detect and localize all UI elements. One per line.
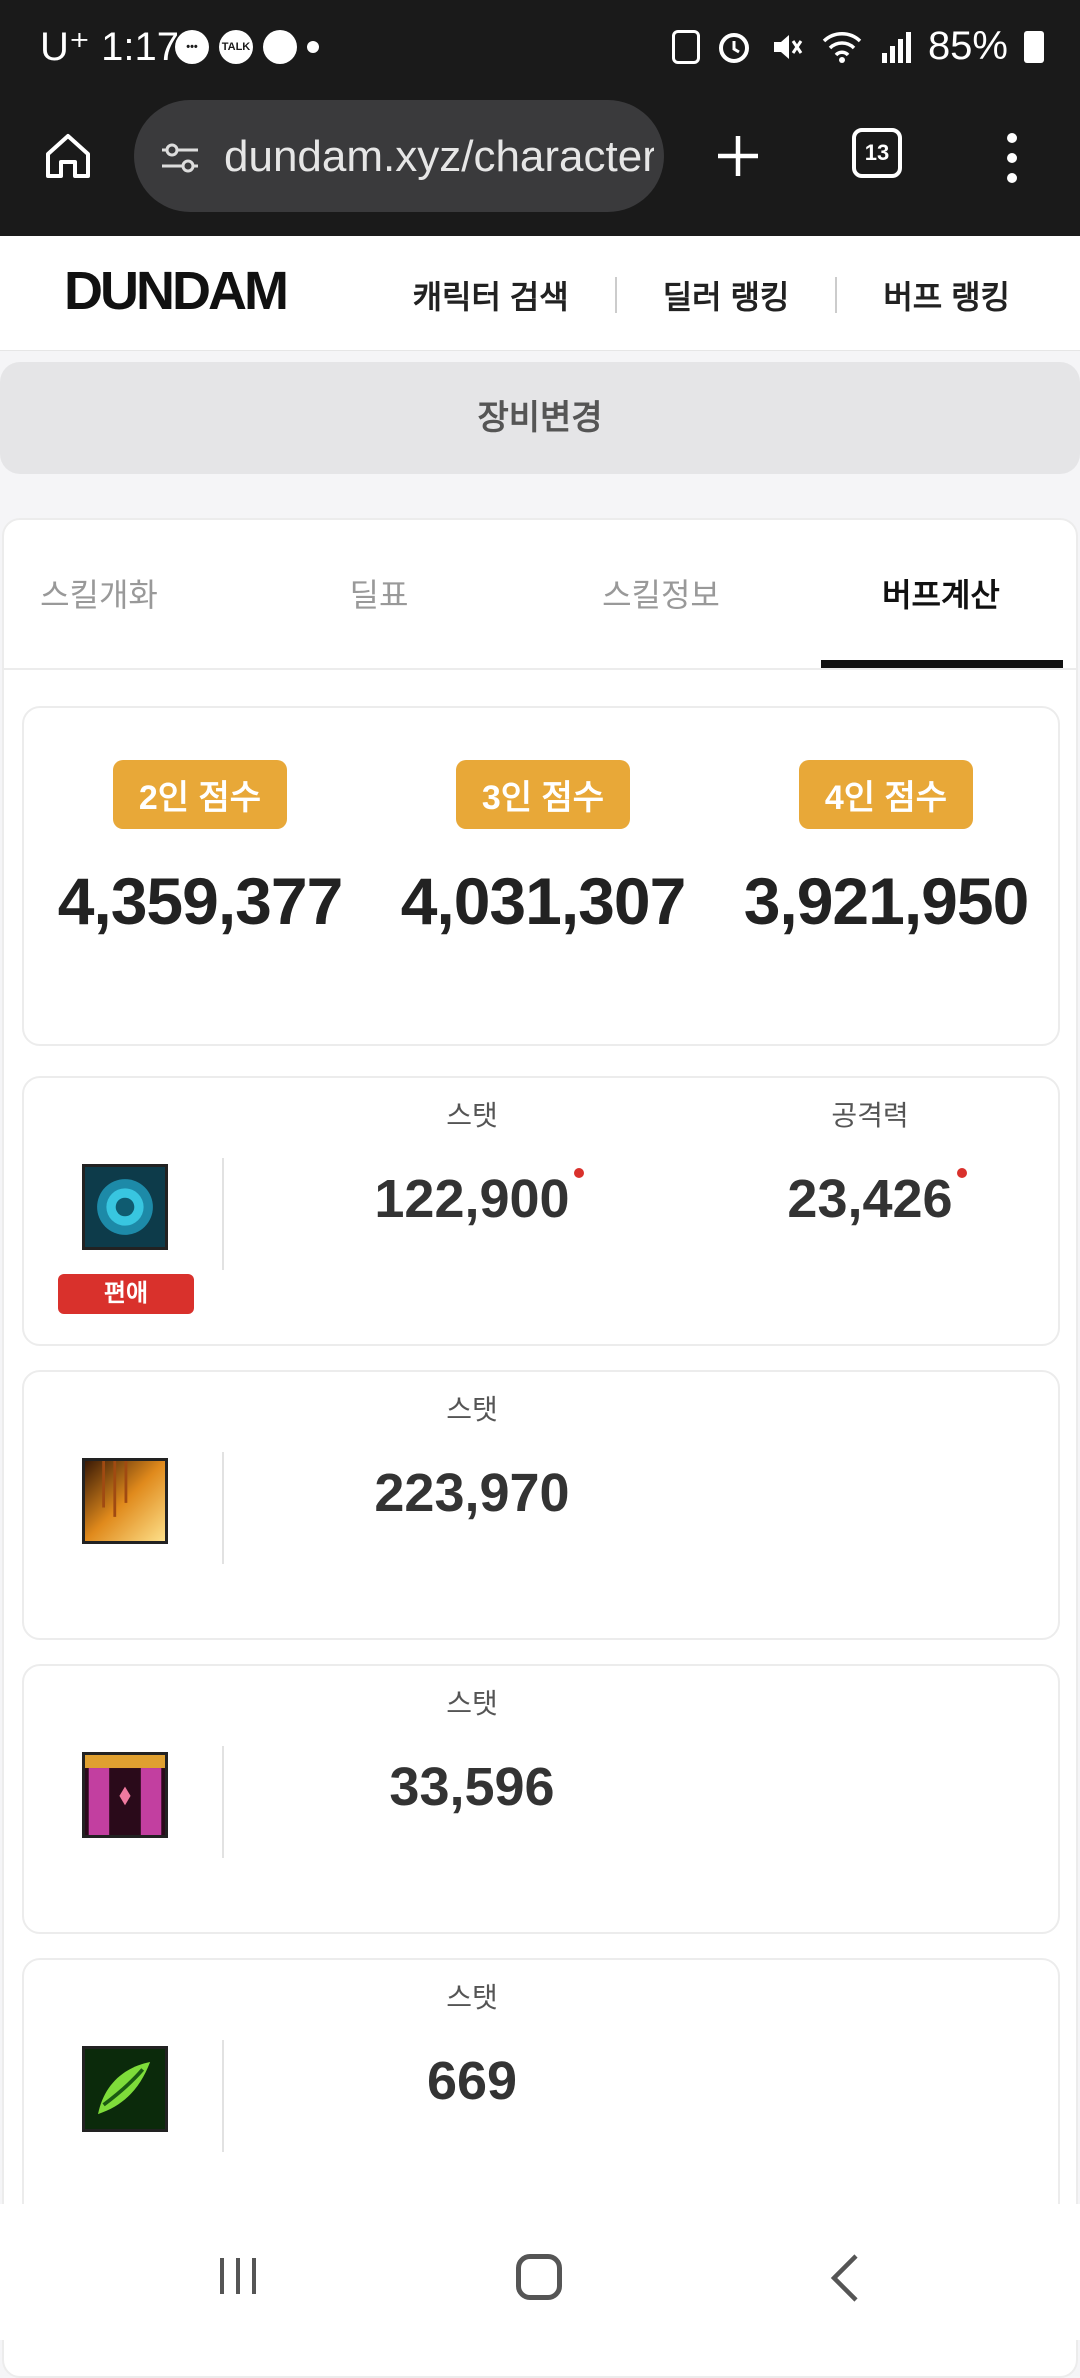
score-2p: 2인 점수 4,359,377 — [30, 760, 370, 939]
equipment-change-button[interactable]: 장비변경 — [0, 362, 1080, 474]
url-text[interactable]: dundam.xyz/character — [224, 132, 654, 182]
site-logo[interactable]: DUNDAM — [64, 260, 289, 322]
status-time: U⁺ 1:17 — [40, 24, 179, 70]
favorite-tag: 편애 — [58, 1274, 194, 1314]
site-header: DUNDAM 캐릭터 검색 딜러 랭킹 버프 랭킹 — [0, 236, 1080, 351]
score-badge: 4인 점수 — [798, 760, 974, 829]
notification-icons: ••• TALK — [175, 30, 319, 64]
battery-saver-icon — [671, 29, 700, 64]
address-bar[interactable]: dundam.xyz/character — [134, 100, 664, 212]
stat-value: 33,596 — [389, 1757, 555, 1817]
battery-icon — [1024, 30, 1044, 63]
message-bubble-icon: ••• — [175, 30, 209, 64]
battery-percent: 85% — [927, 24, 1008, 68]
tab-skill-info[interactable]: 스킬정보 — [521, 570, 801, 616]
active-tab-indicator — [821, 660, 1063, 668]
card-divider — [222, 1158, 224, 1270]
card-divider — [222, 1452, 224, 1564]
score-4p: 4인 점수 3,921,950 — [716, 760, 1056, 939]
tab-buff-calc[interactable]: 버프계산 — [801, 570, 1080, 616]
tab-bar: 스킬개화 딜표 스킬정보 버프계산 — [4, 520, 1076, 670]
recent-apps-icon[interactable] — [216, 2256, 260, 2296]
stat-label: 스탯 — [446, 1688, 498, 1719]
home-button-icon[interactable] — [516, 2254, 562, 2300]
status-right: 85% — [671, 24, 1044, 69]
more-notifications-dot-icon — [307, 41, 319, 53]
stat-value: 669 — [426, 2051, 518, 2111]
clock-time: 1:17 — [101, 25, 179, 69]
card-divider — [222, 2040, 224, 2152]
buff-card: 편애 스탯 122,900 공격력 23,426 — [22, 1076, 1060, 1346]
chat-bubble-icon — [263, 30, 297, 64]
stat-column: 스탯 122,900 — [292, 1094, 652, 1230]
nav-buff-ranking[interactable]: 버프 랭킹 — [883, 272, 1010, 318]
buff-card: 스탯 223,970 — [22, 1370, 1060, 1640]
score-value: 3,921,950 — [743, 864, 1030, 938]
nav-divider — [614, 277, 617, 313]
home-icon[interactable] — [40, 128, 96, 184]
stat-value: 23,426 — [787, 1168, 967, 1230]
attack-column: 공격력 23,426 — [690, 1094, 1050, 1230]
stat-value: 122,900 — [374, 1168, 584, 1230]
green-leaf-skill-icon — [82, 2046, 168, 2132]
stage-curtain-skill-icon — [82, 1752, 168, 1838]
red-dot-indicator — [573, 1168, 584, 1178]
tab-damage-table[interactable]: 딜표 — [239, 570, 519, 616]
browser-toolbar: dundam.xyz/character 13 — [0, 100, 1080, 236]
stat-label: 공격력 — [831, 1100, 909, 1131]
blue-rose-skill-icon — [82, 1164, 168, 1250]
stat-label: 스탯 — [446, 1982, 498, 2013]
stat-number: 122,900 — [374, 1169, 570, 1229]
status-bar: U⁺ 1:17 ••• TALK 85% — [0, 0, 1080, 100]
stat-column: 스탯 33,596 — [292, 1682, 652, 1818]
tab-switcher-button[interactable]: 13 — [852, 128, 902, 178]
back-icon[interactable] — [826, 2252, 866, 2304]
stat-value: 223,970 — [374, 1463, 570, 1523]
alarm-icon — [718, 32, 749, 63]
overflow-menu-icon[interactable] — [1000, 128, 1024, 188]
new-tab-plus-icon[interactable] — [710, 128, 766, 184]
signal-icon — [881, 31, 911, 63]
system-nav-bar — [0, 2204, 1080, 2340]
site-settings-icon[interactable] — [158, 136, 202, 180]
wifi-icon — [822, 31, 862, 63]
card-divider — [222, 1746, 224, 1858]
score-value: 4,359,377 — [57, 864, 344, 938]
buff-card: 스탯 669 — [22, 1958, 1060, 2228]
stat-column: 스탯 669 — [292, 1976, 652, 2112]
nav-character-search[interactable]: 캐릭터 검색 — [413, 272, 569, 318]
score-value: 4,031,307 — [400, 864, 687, 938]
golden-flare-skill-icon — [82, 1458, 168, 1544]
stat-label: 스탯 — [446, 1100, 498, 1131]
score-3p: 3인 점수 4,031,307 — [373, 760, 713, 939]
nav-divider — [835, 277, 838, 313]
nav-dealer-ranking[interactable]: 딜러 랭킹 — [663, 272, 790, 318]
party-score-card: 2인 점수 4,359,377 3인 점수 4,031,307 4인 점수 3,… — [22, 706, 1060, 1046]
carrier-label: U⁺ — [40, 25, 90, 69]
stat-label: 스탯 — [446, 1394, 498, 1425]
buff-card: 스탯 33,596 — [22, 1664, 1060, 1934]
tab-skill-bloom[interactable]: 스킬개화 — [0, 570, 239, 616]
site-nav: 캐릭터 검색 딜러 랭킹 버프 랭킹 — [413, 272, 1010, 318]
score-badge: 2인 점수 — [112, 760, 288, 829]
stat-number: 23,426 — [787, 1169, 953, 1229]
score-badge: 3인 점수 — [455, 760, 631, 829]
red-dot-indicator — [956, 1168, 967, 1178]
kakaotalk-icon: TALK — [219, 30, 253, 64]
mute-icon — [773, 34, 803, 59]
stat-column: 스탯 223,970 — [292, 1388, 652, 1524]
